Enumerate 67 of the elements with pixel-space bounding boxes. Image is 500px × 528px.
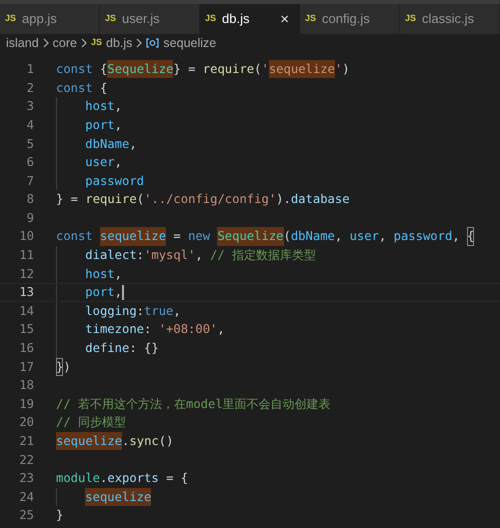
code-line: // 若不用这个方法，在model里面不会自动创建表 — [56, 396, 331, 413]
js-file-icon: JS — [405, 12, 416, 26]
line-number: 22 — [18, 452, 35, 469]
line-number: 10 — [18, 228, 35, 246]
code-line: port, — [85, 284, 124, 301]
code-line: sequelize.sync() — [56, 432, 174, 450]
line-number: 1 — [26, 61, 35, 78]
line-number: 15 — [18, 321, 35, 338]
breadcrumb-item[interactable]: sequelize — [163, 34, 216, 52]
code-line: dialect:'mysql', // 指定数据库类型 — [85, 247, 316, 264]
close-icon[interactable]: × — [280, 12, 289, 26]
code-line: dbName, — [85, 136, 137, 153]
line-number: 24 — [18, 488, 35, 506]
line-number: 18 — [18, 377, 35, 394]
code-line: user, — [85, 154, 122, 172]
code-line: } = require('../config/config').database — [56, 191, 350, 208]
js-file-icon: JS — [5, 12, 16, 26]
chevron-right-icon — [42, 38, 49, 48]
line-number: 2 — [26, 80, 35, 97]
editor-tab[interactable]: JS config.js — [300, 4, 400, 34]
code-line: }) — [56, 358, 71, 376]
line-number: 25 — [18, 507, 35, 524]
js-file-icon: JS — [205, 12, 216, 26]
line-number: 23 — [18, 470, 35, 488]
code-line: // 同步模型 — [56, 414, 126, 432]
line-number: 8 — [26, 191, 35, 208]
code-line: logging:true, — [85, 302, 181, 320]
breadcrumb-item[interactable]: db.js — [106, 34, 132, 52]
code-line: } — [56, 507, 64, 524]
chevron-right-icon — [81, 38, 87, 48]
text-cursor — [122, 284, 124, 300]
code-line: const { — [56, 80, 108, 97]
code-line: module.exports = { — [56, 470, 188, 488]
line-number: 12 — [18, 266, 35, 283]
code-line: port, — [85, 116, 122, 134]
js-file-icon: JS — [91, 36, 102, 50]
code-line: define: {} — [85, 340, 159, 358]
code-line: const sequelize = new Sequelize(dbName, user, password, { — [56, 227, 474, 246]
code-line: password — [85, 172, 144, 190]
breadcrumb-item[interactable]: island — [6, 34, 39, 52]
line-number: 14 — [18, 302, 35, 320]
code-line: host, — [85, 98, 122, 116]
line-number: 5 — [26, 136, 35, 153]
line-number: 9 — [26, 210, 35, 227]
line-number: 21 — [18, 433, 35, 450]
editor-tab[interactable]: JS user.js — [100, 4, 200, 34]
variable-symbol-icon — [146, 38, 160, 48]
editor-tab[interactable]: JS classic.js — [400, 4, 500, 34]
line-number: 16 — [18, 340, 35, 358]
code-line: const {Sequelize} = require('sequelize') — [56, 60, 350, 79]
js-file-icon: JS — [305, 12, 316, 26]
code-line: host, — [85, 266, 122, 283]
code-line: timezone: '+08:00', — [85, 321, 225, 338]
breadcrumb-item[interactable]: core — [52, 34, 77, 52]
line-number: 19 — [18, 396, 35, 413]
editor-tab[interactable]: JS db.js × — [200, 4, 300, 34]
line-number: 3 — [26, 98, 35, 116]
line-number: 4 — [26, 116, 35, 134]
js-file-icon: JS — [105, 12, 116, 26]
line-number: 20 — [18, 414, 35, 432]
chevron-right-icon — [136, 38, 142, 48]
editor-tab[interactable]: JS app.js — [0, 4, 100, 34]
line-number: 13 — [18, 284, 35, 302]
line-number: 11 — [18, 247, 35, 264]
line-number: 7 — [26, 172, 35, 190]
line-number: 6 — [26, 154, 35, 172]
line-number: 17 — [18, 358, 35, 376]
